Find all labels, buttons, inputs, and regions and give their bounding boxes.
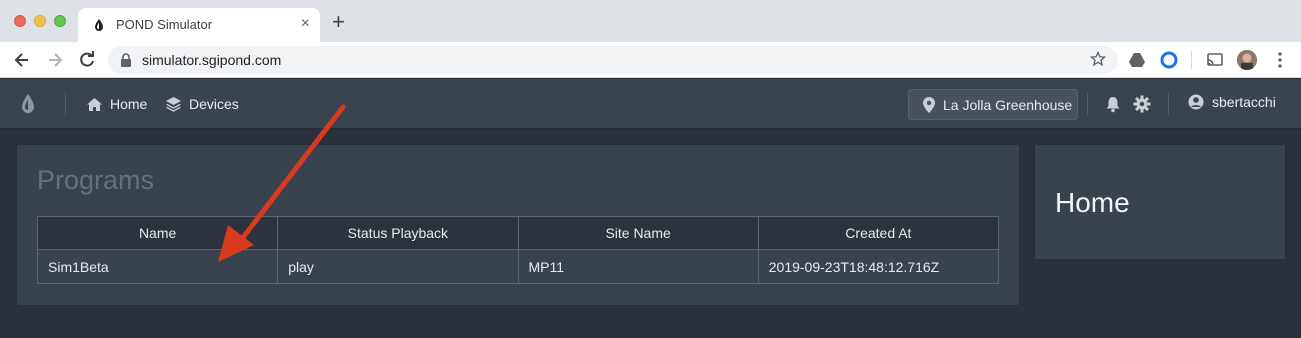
navbar-divider [1168,93,1169,115]
nav-home-label: Home [110,96,148,112]
drop-icon [95,19,103,31]
home-panel: Home [1034,144,1286,260]
column-header-status-playback[interactable]: Status Playback [277,216,519,250]
column-header-name[interactable]: Name [36,216,279,250]
cell-created-at: 2019-09-23T18:48:12.716Z [757,249,1000,284]
home-icon [87,97,102,111]
location-selector-button[interactable]: La Jolla Greenhouse [908,89,1078,120]
browser-tab-bar: POND Simulator × + [0,0,1301,42]
forward-icon[interactable] [45,50,65,70]
toolbar-divider [1191,51,1192,69]
table-header-row: Name Status Playback Site Name Created A… [36,216,1000,250]
bell-icon[interactable] [1104,95,1122,113]
extension-circle-icon[interactable] [1160,51,1178,69]
location-label: La Jolla Greenhouse [943,96,1073,113]
pond-logo-icon[interactable] [20,93,36,115]
nav-home-link[interactable]: Home [86,94,147,114]
url-text[interactable]: simulator.sgipond.com [142,52,281,68]
username: sbertacchi [1212,94,1276,110]
tab-title: POND Simulator [116,17,213,32]
user-circle-icon [1188,94,1204,110]
column-header-site-name[interactable]: Site Name [517,216,759,250]
tab-close-button[interactable]: × [301,15,310,33]
table-row[interactable]: Sim1Beta play MP11 2019-09-23T18:48:12.7… [36,249,1000,284]
reload-icon[interactable] [77,50,97,70]
browser-menu-icon[interactable] [1272,51,1288,69]
cell-site-name: MP11 [517,249,759,284]
navbar-divider [65,93,66,115]
programs-title: Programs [37,165,155,195]
nav-devices-label: Devices [189,96,239,112]
nav-devices-link[interactable]: Devices [165,94,239,114]
browser-toolbar: simulator.sgipond.com [0,42,1301,78]
profile-avatar[interactable] [1237,50,1257,70]
cast-icon[interactable] [1206,51,1224,69]
column-header-created-at[interactable]: Created At [757,216,1000,250]
back-icon[interactable] [12,50,32,70]
map-marker-icon [923,96,935,113]
programs-table: Name Status Playback Site Name Created A… [36,216,1000,284]
lock-icon [121,53,131,67]
window-close-button[interactable] [14,15,26,27]
browser-tab[interactable]: POND Simulator × [78,8,320,42]
new-tab-button[interactable]: + [332,11,345,33]
home-title: Home [1055,187,1130,218]
profile-photo-icon [1237,50,1257,70]
address-bar[interactable]: simulator.sgipond.com [108,46,1118,74]
app-navbar: Home Devices La Jolla Greenhouse sbertac… [0,79,1301,129]
window-minimize-button[interactable] [34,15,46,27]
bookmark-star-icon[interactable] [1090,51,1106,67]
cell-status-playback: play [277,249,519,284]
layers-icon [166,97,181,112]
navbar-divider [1087,93,1088,115]
programs-panel: Programs Name Status Playback Site Name … [16,144,1020,306]
window-maximize-button[interactable] [54,15,66,27]
cell-name[interactable]: Sim1Beta [36,249,279,284]
drive-extension-icon[interactable] [1128,51,1146,69]
gear-icon[interactable] [1133,95,1151,113]
user-menu[interactable]: sbertacchi [1188,94,1276,110]
